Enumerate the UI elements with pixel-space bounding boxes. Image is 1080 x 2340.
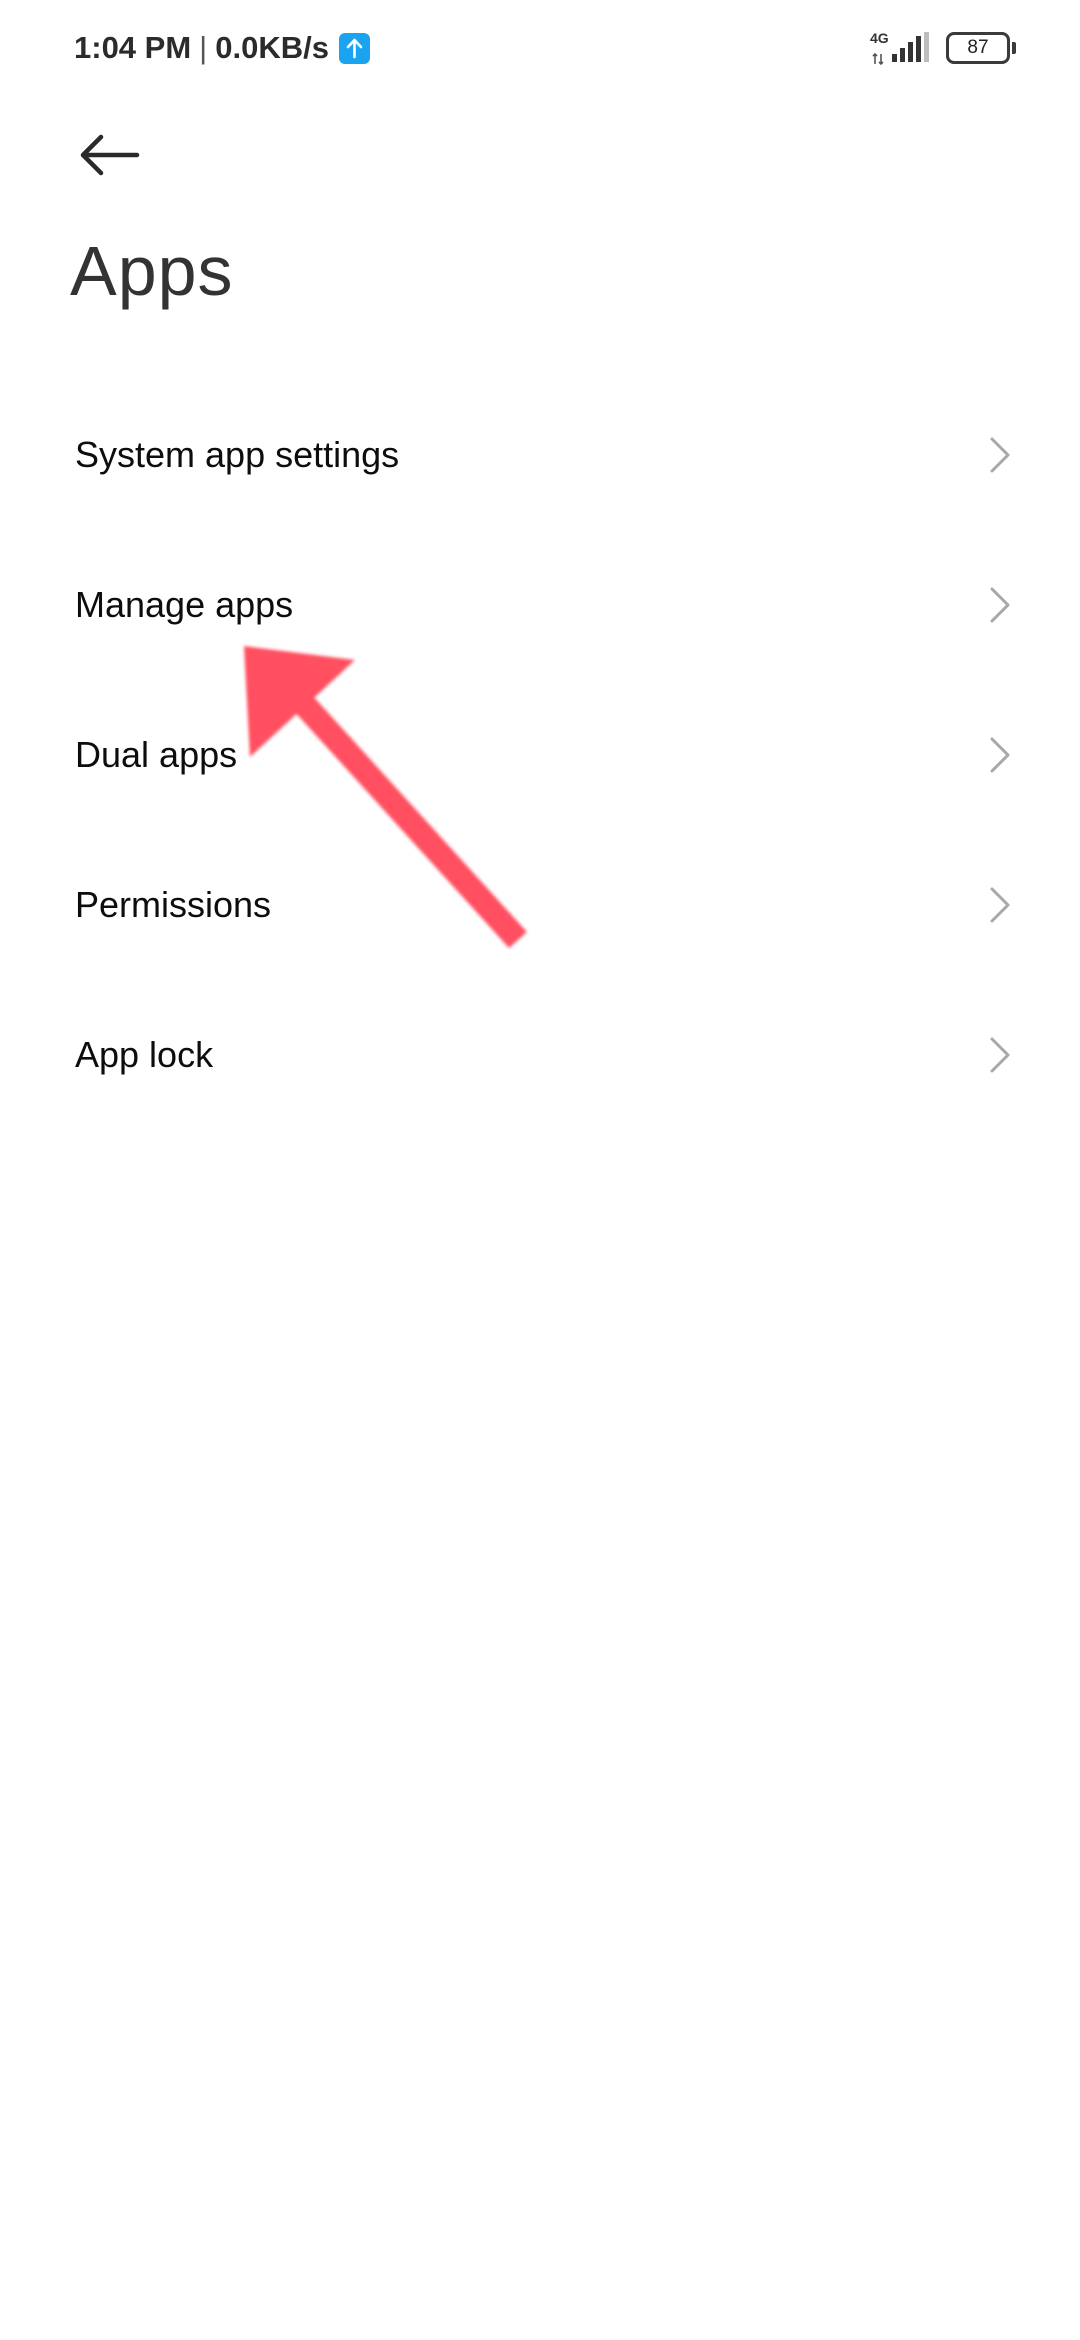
back-arrow-icon (80, 134, 140, 176)
chevron-right-icon (990, 437, 1010, 473)
back-button[interactable] (70, 120, 150, 190)
menu-item-app-lock[interactable]: App lock (0, 980, 1080, 1130)
apps-menu-list: System app settings Manage apps Dual app… (0, 380, 1080, 1130)
menu-item-label: Dual apps (75, 734, 238, 775)
battery-level: 87 (967, 37, 989, 58)
status-time: 1:04 PM (74, 30, 192, 65)
signal-strength-icon (892, 32, 929, 62)
menu-item-permissions[interactable]: Permissions (0, 830, 1080, 980)
menu-item-label: Manage apps (75, 584, 294, 625)
chevron-right-icon (990, 887, 1010, 923)
chevron-right-icon (990, 587, 1010, 623)
status-left: 1:04 PM | 0.0KB/s (74, 26, 370, 70)
menu-item-dual-apps[interactable]: Dual apps (0, 680, 1080, 830)
menu-item-manage-apps[interactable]: Manage apps (0, 530, 1080, 680)
pointer-arrow-icon (244, 646, 527, 949)
network-type-indicator: 4G (870, 28, 890, 68)
chevron-right-icon (990, 737, 1010, 773)
menu-item-label: App lock (75, 1034, 214, 1075)
chevron-right-icon (990, 1037, 1010, 1073)
status-right: 4G 87 (870, 26, 1016, 70)
status-net-speed: 0.0KB/s (215, 30, 329, 65)
menu-item-label: System app settings (75, 434, 400, 475)
menu-item-system-app-settings[interactable]: System app settings (0, 380, 1080, 530)
status-bar: 1:04 PM | 0.0KB/s 4G 87 (0, 0, 1080, 96)
battery-icon: 87 (946, 32, 1010, 64)
page-title: Apps (70, 232, 234, 310)
upload-arrow-icon (338, 32, 370, 64)
battery-tip (1012, 42, 1016, 54)
status-separator: | (199, 30, 208, 65)
menu-item-label: Permissions (75, 884, 272, 925)
network-type-label: 4G (870, 30, 889, 46)
